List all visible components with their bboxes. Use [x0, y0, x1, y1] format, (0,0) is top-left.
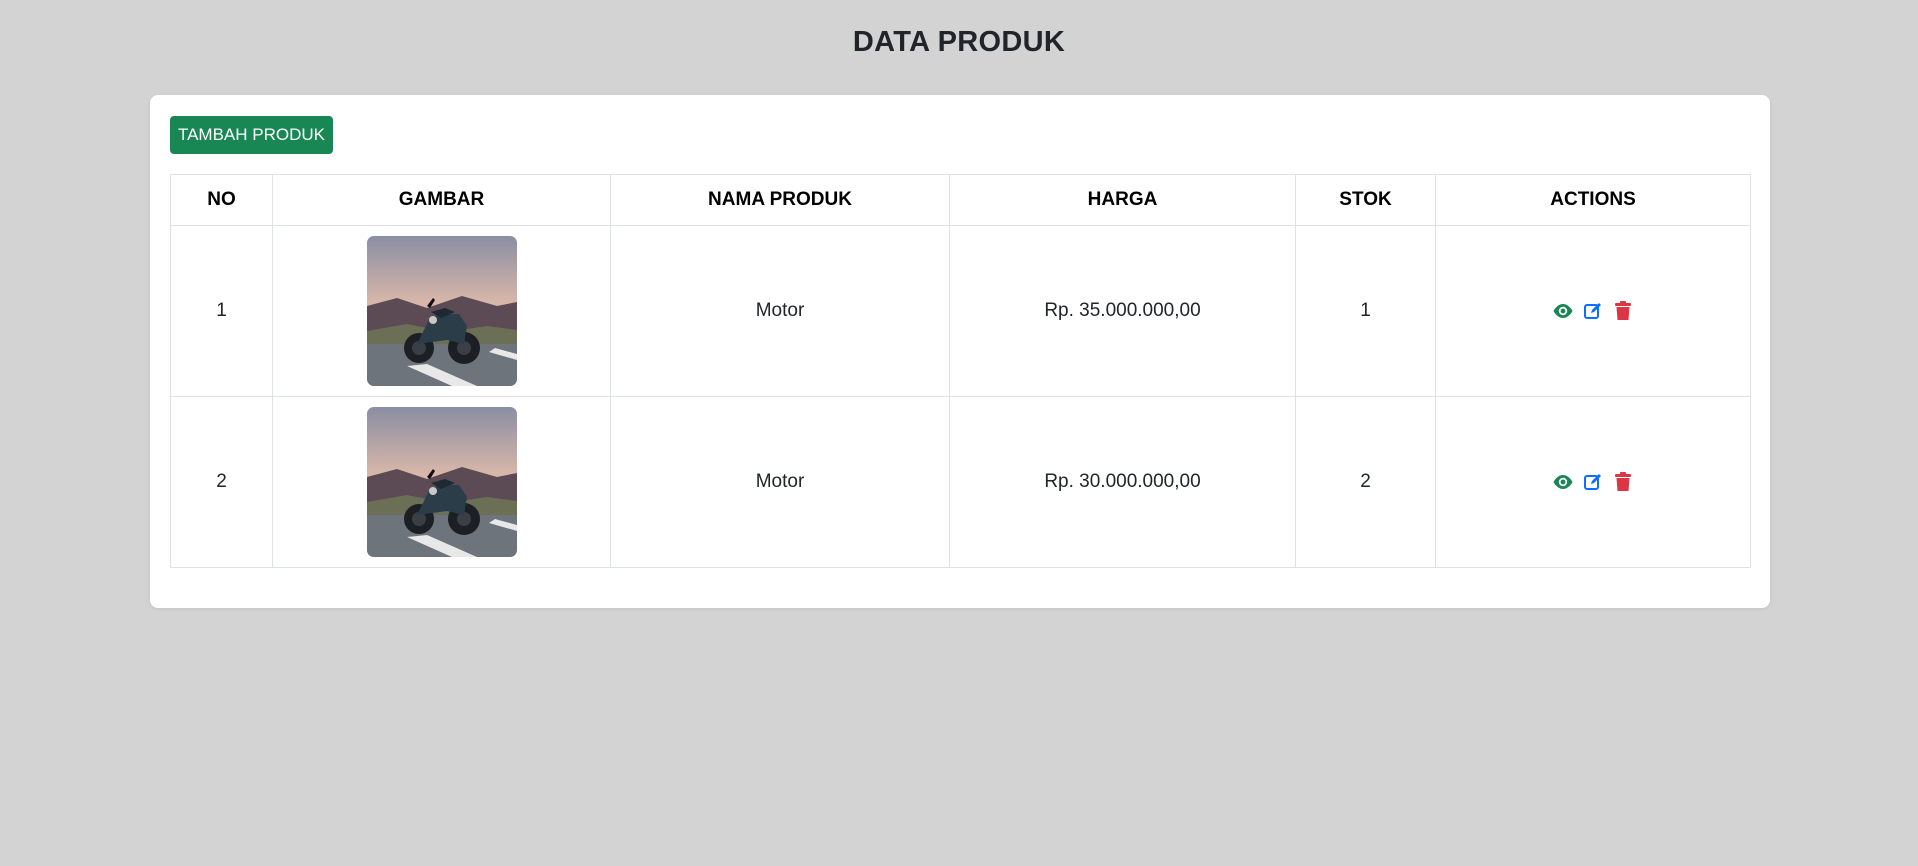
delete-trash-icon[interactable]	[1611, 470, 1635, 494]
product-image	[366, 407, 517, 557]
product-card: TAMBAH PRODUK NO GAMBAR NAMA PRODUK HARG…	[150, 95, 1770, 608]
product-image	[366, 236, 517, 386]
cell-no: 1	[170, 225, 273, 397]
cell-name: Motor	[610, 396, 950, 568]
header-actions: ACTIONS	[1435, 174, 1751, 226]
table-header-row: NO GAMBAR NAMA PRODUK HARGA STOK ACTIONS	[170, 174, 1751, 226]
cell-stock: 2	[1295, 396, 1436, 568]
cell-stock: 1	[1295, 225, 1436, 397]
page-title: DATA PRODUK	[852, 26, 1066, 58]
edit-icon[interactable]	[1581, 470, 1605, 494]
cell-actions	[1435, 396, 1751, 568]
header-no: NO	[170, 174, 273, 226]
header-stok: STOK	[1295, 174, 1436, 226]
cell-no: 2	[170, 396, 273, 568]
table-row: 2 Motor Rp. 30.000.000,00 2	[170, 396, 1751, 568]
cell-image	[272, 396, 611, 568]
add-product-button[interactable]: TAMBAH PRODUK	[170, 116, 333, 154]
table-row: 1 Motor Rp. 35.000.000,00 1	[170, 225, 1751, 397]
product-table: NO GAMBAR NAMA PRODUK HARGA STOK ACTIONS…	[170, 174, 1751, 568]
cell-price: Rp. 30.000.000,00	[949, 396, 1296, 568]
view-eye-icon[interactable]	[1551, 299, 1575, 323]
view-eye-icon[interactable]	[1551, 470, 1575, 494]
cell-actions	[1435, 225, 1751, 397]
cell-image	[272, 225, 611, 397]
delete-trash-icon[interactable]	[1611, 299, 1635, 323]
cell-price: Rp. 35.000.000,00	[949, 225, 1296, 397]
header-harga: HARGA	[949, 174, 1296, 226]
header-gambar: GAMBAR	[272, 174, 611, 226]
header-nama-produk: NAMA PRODUK	[610, 174, 950, 226]
cell-name: Motor	[610, 225, 950, 397]
edit-icon[interactable]	[1581, 299, 1605, 323]
